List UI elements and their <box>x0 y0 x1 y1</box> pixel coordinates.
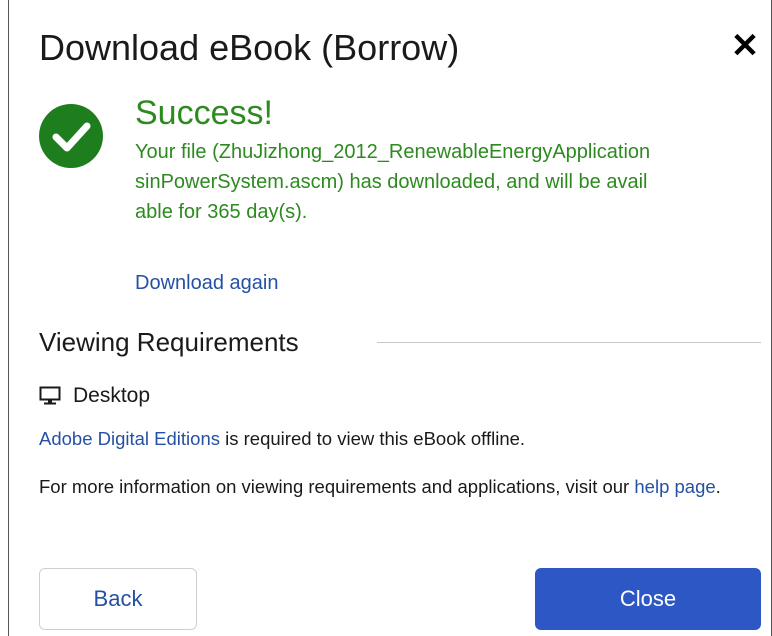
dialog-title: Download eBook (Borrow) <box>39 27 460 68</box>
platform-label: Desktop <box>73 384 151 407</box>
help-info-end: . <box>715 476 721 497</box>
help-info: For more information on viewing requirem… <box>39 472 739 502</box>
adobe-digital-editions-link[interactable]: Adobe Digital Editions <box>39 428 220 449</box>
ade-requirement-text: is required to view this eBook offline. <box>220 428 526 449</box>
download-again-link[interactable]: Download again <box>135 268 278 298</box>
back-button[interactable]: Back <box>39 568 197 630</box>
ade-requirement: Adobe Digital Editions is required to vi… <box>39 425 525 453</box>
viewing-requirements-heading: Viewing Requirements <box>39 327 299 357</box>
help-page-link[interactable]: help page <box>634 476 715 497</box>
platform-row: Desktop <box>39 381 150 411</box>
close-button[interactable]: Close <box>535 568 761 630</box>
success-title: Success! <box>135 94 273 132</box>
help-info-text: For more information on viewing requirem… <box>39 476 635 497</box>
checkmark-circle-icon <box>39 104 103 168</box>
desktop-monitor-icon <box>39 386 61 405</box>
download-dialog: Download eBook (Borrow) ✕ Success! Your … <box>8 0 772 636</box>
success-message: Your file (ZhuJizhong_2012_RenewableEner… <box>135 141 651 223</box>
section-divider <box>377 342 761 343</box>
close-icon[interactable]: ✕ <box>729 28 761 64</box>
